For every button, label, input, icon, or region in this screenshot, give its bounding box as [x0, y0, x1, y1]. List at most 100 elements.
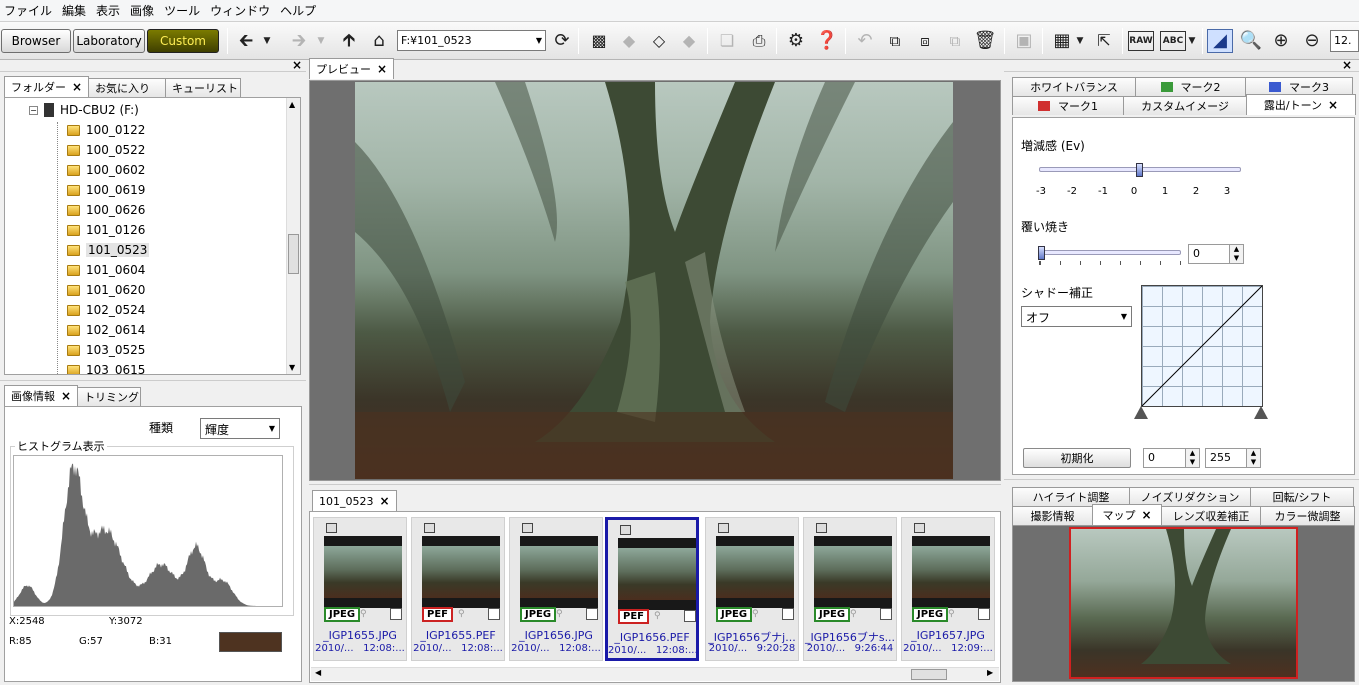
tree-folder-item[interactable]: 101_0126 — [67, 220, 300, 240]
select-checkbox[interactable] — [782, 608, 794, 620]
close-icon[interactable]: × — [292, 58, 302, 72]
up-arrow-icon[interactable]: 🡱 — [336, 29, 362, 53]
navigator-frame[interactable] — [1069, 527, 1298, 679]
tab-white-balance[interactable]: ホワイトバランス — [1012, 77, 1136, 96]
zoom-fit-icon[interactable]: 🔍 — [1238, 29, 1264, 53]
raw-icon[interactable]: RAW — [1128, 31, 1154, 51]
kind-select[interactable]: 輝度 ▼ — [200, 418, 280, 439]
compare-icon[interactable]: ▣ — [1011, 29, 1037, 53]
select-checkbox[interactable] — [684, 610, 696, 622]
forward-dropdown-icon[interactable]: ▼ — [314, 29, 328, 53]
menu-help[interactable]: ヘルプ — [278, 1, 324, 21]
thumbnail-card[interactable]: PEF ⚲ _IGP1656.PEF 2010/... 12:08:... — [605, 517, 699, 661]
burn-spinner[interactable]: ▲ ▼ — [1229, 244, 1244, 264]
preview-area[interactable] — [309, 80, 1001, 481]
forward-arrow-icon[interactable]: 🡲 — [286, 29, 312, 53]
menu-edit[interactable]: 編集 — [60, 1, 94, 21]
tab-lens[interactable]: レンズ収差補正 — [1161, 506, 1261, 525]
tab-mark1[interactable]: マーク1 — [1012, 96, 1124, 115]
close-icon[interactable]: × — [72, 80, 82, 94]
scroll-thumb[interactable] — [911, 669, 947, 680]
thumbnail-card[interactable]: JPEG ⚲ _IGP1656ブナj... 2010/... 9:20:28 — [705, 517, 799, 661]
tab-custom-image[interactable]: カスタムイメージ — [1123, 96, 1247, 115]
copy-icon[interactable]: ❏ — [714, 29, 740, 53]
menu-view[interactable]: 表示 — [94, 1, 128, 21]
help-icon[interactable]: ❓ — [814, 29, 840, 53]
scroll-right-icon[interactable]: ▶ — [987, 668, 993, 677]
zoom-level-field[interactable]: 12. — [1330, 30, 1359, 52]
lock-icon[interactable] — [816, 523, 827, 533]
tree-folder-item[interactable]: 103_0615 — [67, 360, 300, 374]
home-icon[interactable]: ⌂ — [366, 29, 392, 53]
tree-drive[interactable]: − HD-CBU2 (F:) — [5, 100, 300, 120]
save-image-icon[interactable]: ▩ — [586, 29, 612, 53]
thumbnail-card[interactable]: JPEG ⚲ _IGP1655.JPG 2010/... 12:08:... — [313, 517, 407, 661]
menu-window[interactable]: ウィンドウ — [208, 1, 278, 21]
back-arrow-icon[interactable]: 🡰 — [233, 29, 259, 53]
tab-preview[interactable]: プレビュー × — [309, 58, 395, 79]
close-icon[interactable]: × — [380, 494, 390, 508]
custom-mode-button[interactable]: Custom — [147, 29, 219, 53]
tone-curve-icon[interactable]: ◢ — [1207, 29, 1233, 53]
settings-gear-icon[interactable]: ⚙ — [783, 29, 809, 53]
fit-window-icon[interactable]: ⇱ — [1091, 29, 1117, 53]
lock-icon[interactable] — [522, 523, 533, 533]
lock-icon[interactable] — [914, 523, 925, 533]
tab-mark2[interactable]: マーク2 — [1135, 77, 1246, 96]
expand-icon[interactable]: − — [29, 105, 38, 115]
tree-folder-item[interactable]: 100_0122 — [67, 120, 300, 140]
tree-folder-item[interactable]: 102_0614 — [67, 320, 300, 340]
tab-image-info[interactable]: 画像情報 × — [4, 385, 79, 406]
lock-icon[interactable] — [424, 523, 435, 533]
low-value-field[interactable]: 0 — [1143, 448, 1187, 468]
tree-folder-item[interactable]: 100_0619 — [67, 180, 300, 200]
close-icon[interactable]: × — [377, 62, 387, 76]
tree-folder-item[interactable]: 100_0626 — [67, 200, 300, 220]
thumbnail-card[interactable]: JPEG ⚲ _IGP1657.JPG 2010/... 12:09:... — [901, 517, 995, 661]
zoom-out-icon[interactable]: ⊖ — [1299, 29, 1325, 53]
move-icon[interactable]: ⧉ — [942, 29, 968, 53]
prev-diamond-icon[interactable]: ◆ — [616, 29, 642, 53]
grid-view-icon[interactable]: ▦ — [1049, 29, 1075, 53]
tab-trimming[interactable]: トリミング — [77, 387, 142, 406]
back-dropdown-icon[interactable]: ▼ — [260, 29, 274, 53]
lock-icon[interactable] — [718, 523, 729, 533]
scroll-down-icon[interactable]: ▼ — [289, 363, 295, 372]
delete-trash-icon[interactable]: 🗑 — [972, 29, 998, 53]
tab-folder-strip[interactable]: 101_0523 × — [312, 490, 397, 511]
tab-favorites[interactable]: お気に入り — [88, 78, 167, 97]
select-checkbox[interactable] — [880, 608, 892, 620]
tab-folder[interactable]: フォルダー × — [4, 76, 90, 97]
select-checkbox[interactable] — [978, 608, 990, 620]
select-checkbox[interactable] — [488, 608, 500, 620]
tree-folder-item[interactable]: 101_0523 — [67, 240, 300, 260]
shadow-select[interactable]: オフ ▼ — [1021, 306, 1132, 327]
white-point-handle[interactable] — [1254, 406, 1268, 419]
laboratory-mode-button[interactable]: Laboratory — [73, 29, 145, 53]
close-icon[interactable]: × — [1328, 98, 1338, 112]
tone-curve-editor[interactable] — [1141, 285, 1263, 407]
tree-folder-item[interactable]: 101_0620 — [67, 280, 300, 300]
tree-folder-item[interactable]: 100_0522 — [67, 140, 300, 160]
high-value-field[interactable]: 255 — [1205, 448, 1247, 468]
strip-scrollbar[interactable]: ◀ ▶ — [311, 667, 999, 681]
path-combobox[interactable]: F:¥101_0523 ▼ — [397, 30, 546, 51]
grid-dropdown-icon[interactable]: ▼ — [1074, 29, 1086, 53]
menu-image[interactable]: 画像 — [128, 1, 162, 21]
tab-rotate[interactable]: 回転/シフト — [1250, 487, 1354, 506]
rename-dropdown-icon[interactable]: ▼ — [1186, 29, 1198, 53]
tab-map[interactable]: マップ × — [1092, 504, 1162, 525]
undo-icon[interactable]: ↶ — [852, 29, 878, 53]
rotate-right-icon[interactable]: ⧈ — [912, 29, 938, 53]
close-icon[interactable]: × — [1342, 58, 1352, 72]
ev-slider-thumb[interactable] — [1136, 163, 1143, 177]
low-spinner[interactable]: ▲ ▼ — [1185, 448, 1200, 468]
thumbnail-card[interactable]: PEF ⚲ _IGP1655.PEF 2010/... 12:08:... — [411, 517, 505, 661]
diamond-icon[interactable]: ◆ — [676, 29, 702, 53]
thumbnail-card[interactable]: JPEG ⚲ _IGP1656ブナs... 2010/... 9:26:44 — [803, 517, 897, 661]
thumbnail-card[interactable]: JPEG ⚲ _IGP1656.JPG 2010/... 12:08:... — [509, 517, 603, 661]
tab-shooting-info[interactable]: 撮影情報 — [1012, 506, 1093, 525]
menu-tools[interactable]: ツール — [162, 1, 208, 21]
tree-folder-item[interactable]: 101_0604 — [67, 260, 300, 280]
lock-icon[interactable] — [326, 523, 337, 533]
